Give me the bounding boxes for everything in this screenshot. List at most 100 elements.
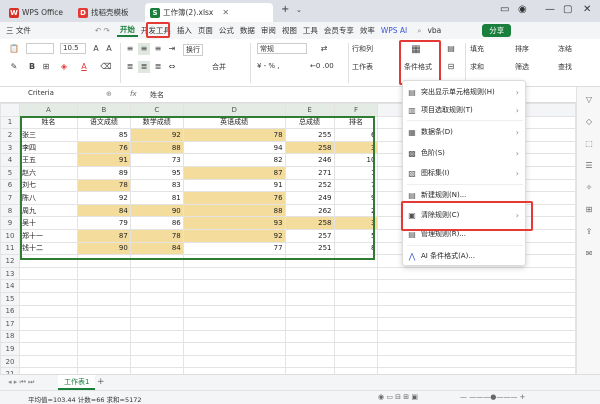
font-name-select[interactable] (26, 43, 54, 54)
filter-button[interactable]: 筛选 (515, 62, 529, 72)
zoom-icon[interactable]: ⊕ (106, 90, 112, 98)
currency-icon[interactable]: ¥ - % , (257, 62, 280, 70)
menu-member[interactable]: 会员专享 (321, 25, 357, 36)
align-center-icon[interactable]: ≣ (138, 61, 150, 73)
window-close-icon[interactable]: ✕ (583, 4, 591, 15)
menu-item-highlight-rules[interactable]: ▤ 突出显示单元格规则(H) › (403, 84, 527, 100)
align-top-icon[interactable]: ≡ (124, 43, 136, 55)
menu-insert[interactable]: 插入 (174, 25, 195, 36)
menu-data[interactable]: 数据 (237, 25, 258, 36)
shape-icon[interactable]: ◇ (584, 117, 594, 127)
row-header[interactable]: 9 (0, 216, 20, 230)
bold-icon[interactable]: B (26, 61, 38, 73)
menu-tools[interactable]: 工具 (300, 25, 321, 36)
row-header[interactable]: 17 (0, 317, 20, 331)
row-header[interactable]: 2 (0, 128, 20, 142)
menu-file[interactable]: 三 文件 (3, 25, 34, 36)
share-icon[interactable]: ⇪ (584, 227, 594, 237)
chevron-down-icon[interactable]: ⌄ (296, 6, 302, 14)
sheet-tab[interactable]: 工作表1 (58, 375, 96, 390)
find-button[interactable]: 查找 (558, 62, 572, 72)
row-header[interactable]: 5 (0, 165, 20, 180)
fill-color-icon[interactable]: ◈ (58, 61, 70, 73)
column-header-c[interactable]: C (129, 103, 184, 117)
formula-input[interactable]: 姓名 (150, 90, 164, 100)
menu-formula[interactable]: 公式 (216, 25, 237, 36)
row-header[interactable]: 11 (0, 241, 20, 256)
worksheet-button[interactable]: 工作表 (352, 62, 373, 72)
column-header-d[interactable]: D (182, 103, 286, 117)
wrap-button[interactable]: 换行 (183, 44, 203, 56)
convert-icon[interactable]: ⇄ (318, 43, 330, 55)
menu-item-top-rules[interactable]: ▥ 项目选取规则(T) › (403, 102, 527, 118)
clear-icon[interactable]: ⌫ (100, 61, 112, 73)
row-header[interactable]: 18 (0, 329, 20, 344)
row-header[interactable]: 15 (0, 291, 20, 306)
row-header[interactable]: 7 (0, 191, 20, 205)
filter-panel-icon[interactable]: ▽ (584, 95, 594, 105)
menu-wps-ai[interactable]: WPS AI (378, 26, 410, 35)
row-header[interactable]: 12 (0, 254, 20, 268)
fx-icon[interactable]: fx (130, 90, 137, 98)
indent-icon[interactable]: ⇥ (166, 43, 178, 55)
share-button[interactable]: 分享 (482, 24, 512, 37)
avatar[interactable]: ◉ (518, 4, 527, 15)
sidebar-toggle-icon[interactable]: ▭ (500, 4, 509, 15)
select-all-corner[interactable] (0, 103, 20, 117)
maximize-icon[interactable]: ▢ (563, 4, 572, 15)
comment-icon[interactable]: ✉ (584, 249, 594, 259)
sum-button[interactable]: 求和 (470, 62, 484, 72)
add-sheet-icon[interactable]: + (97, 377, 105, 387)
table-tools-icon[interactable]: ⊞ (584, 205, 594, 215)
fill-button[interactable]: 填充 (470, 44, 484, 54)
tab-workbook[interactable]: S 工作簿(2).xlsx ✕ (145, 3, 273, 22)
align-right-icon[interactable]: ≣ (152, 61, 164, 73)
distribute-icon[interactable]: ⇔ (166, 61, 178, 73)
row-header[interactable]: 10 (0, 228, 20, 243)
row-header[interactable]: 14 (0, 279, 20, 293)
column-header-b[interactable]: B (76, 103, 131, 117)
row-header[interactable]: 6 (0, 178, 20, 193)
menu-efficiency[interactable]: 效率 (357, 25, 378, 36)
merge-button[interactable]: 合并 (212, 62, 226, 72)
style-icon[interactable]: ✧ (584, 183, 594, 193)
number-format-select[interactable]: 常规 (257, 43, 307, 54)
menu-page[interactable]: 页面 (195, 25, 216, 36)
menu-item-color-scales[interactable]: ▩ 色阶(S) › (403, 145, 527, 161)
menu-item-ai-conditional-format[interactable]: ⋀ AI 条件格式(A)... (403, 248, 527, 264)
close-icon[interactable]: ✕ (222, 8, 229, 17)
menu-home[interactable]: 开始 (116, 24, 138, 37)
align-middle-icon[interactable]: ≡ (138, 43, 150, 55)
border-icon[interactable]: ⊞ (40, 61, 52, 73)
tab-wps-office[interactable]: W WPS Office (4, 3, 68, 22)
menu-item-data-bars[interactable]: ▦ 数据条(D) › (403, 124, 527, 140)
add-tab-icon[interactable]: + (281, 4, 289, 15)
rowcol-button[interactable]: 行和列 (352, 44, 373, 54)
column-header-f[interactable]: F (333, 103, 379, 117)
font-color-icon[interactable]: A (78, 61, 90, 73)
undo-icon[interactable]: ↶ ↷ (92, 26, 113, 35)
search-text[interactable]: vba (424, 26, 444, 35)
table-style-icon[interactable]: ⊟ (445, 61, 457, 73)
decimal-icon[interactable]: ←0 .00 (310, 62, 334, 70)
row-header[interactable]: 19 (0, 342, 20, 356)
sort-button[interactable]: 排序 (515, 44, 529, 54)
cell-style-icon[interactable]: ▤ (445, 43, 457, 55)
tab-docer[interactable]: D 找稻壳模板 (73, 3, 134, 22)
row-header[interactable]: 1 (0, 115, 20, 130)
paste-icon[interactable]: 📋 (8, 43, 20, 55)
zoom-slider[interactable]: — ———●——— + (460, 393, 525, 401)
row-header[interactable]: 20 (0, 354, 20, 369)
font-size-select[interactable]: 10.5 (60, 43, 86, 54)
column-header-a[interactable]: A (18, 103, 78, 117)
column-header-e[interactable]: E (284, 103, 335, 117)
align-left-icon[interactable]: ≣ (124, 61, 136, 73)
menu-view[interactable]: 视图 (279, 25, 300, 36)
increase-font-icon[interactable]: A (90, 43, 102, 55)
name-box[interactable]: Criteria (20, 89, 98, 100)
menu-item-icon-sets[interactable]: ▧ 图标集(I) › (403, 165, 527, 181)
freeze-button[interactable]: 冻结 (558, 44, 572, 54)
align-bottom-icon[interactable]: ≡ (152, 43, 164, 55)
row-header[interactable]: 8 (0, 203, 20, 218)
sheet-nav-icon[interactable]: ◂ ▸ ⏮ ⏭ (8, 378, 34, 387)
